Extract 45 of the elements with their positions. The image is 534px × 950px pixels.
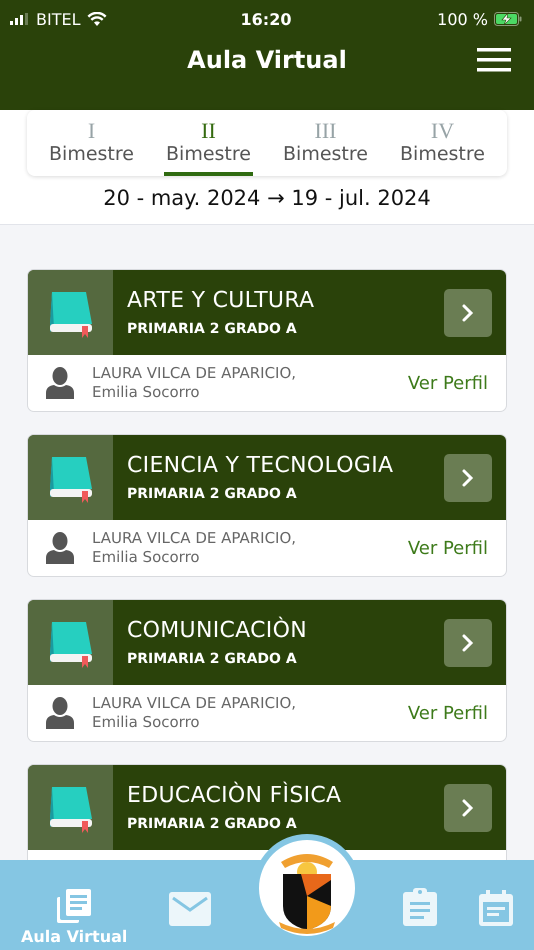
course-name: COMUNICACIÒN	[127, 618, 308, 643]
status-time: 16:20	[240, 10, 292, 28]
person-icon	[46, 532, 74, 564]
course-group: PRIMARIA 2 GRADO A	[127, 321, 444, 337]
course-name: CIENCIA Y TECNOLOGIA	[127, 453, 394, 478]
signal-icon	[10, 13, 30, 25]
view-profile-link[interactable]: Ver Perfil	[408, 702, 488, 724]
course-group: PRIMARIA 2 GRADO A	[127, 651, 444, 667]
course-group: PRIMARIA 2 GRADO A	[127, 486, 444, 502]
open-course-button[interactable]	[444, 618, 492, 666]
teacher-surname: LAURA VILCA DE APARICIO,	[92, 364, 298, 383]
open-course-button[interactable]	[444, 784, 492, 832]
open-course-button[interactable]	[444, 454, 492, 502]
clipboard-icon	[403, 888, 438, 926]
teacher-name: Emilia Socorro	[92, 383, 201, 402]
bimestre-tab[interactable]: II Bimestre	[164, 120, 253, 176]
bimestre-tab[interactable]: III Bimestre	[281, 120, 370, 176]
chevron-right-icon	[461, 798, 475, 818]
bimestre-tab[interactable]: IV Bimestre	[398, 120, 487, 176]
mail-icon	[169, 892, 212, 926]
teacher-surname: LAURA VILCA DE APARICIO,	[92, 529, 298, 548]
course-group: PRIMARIA 2 GRADO A	[127, 816, 444, 832]
open-course-button[interactable]	[444, 288, 492, 336]
teacher-name: Emilia Socorro	[92, 713, 201, 732]
person-icon	[46, 367, 74, 399]
view-profile-link[interactable]: Ver Perfil	[408, 538, 488, 558]
teacher-surname: LAURA VILCA DE APARICIO,	[92, 694, 298, 713]
view-profile-link[interactable]: Ver Perfil	[408, 372, 488, 394]
chevron-right-icon	[461, 302, 475, 322]
wifi-icon	[86, 12, 106, 26]
chevron-right-icon	[461, 632, 475, 652]
date-range: 20 - may. 2024 → 19 - jul. 2024	[102, 186, 432, 210]
carrier-name: BITEL	[36, 10, 80, 28]
app-title: Aula Virtual	[187, 46, 347, 74]
battery-percent: 100 %	[437, 10, 488, 28]
calendar-icon	[479, 890, 513, 926]
battery-charging-icon	[494, 12, 522, 26]
documents-icon	[57, 889, 92, 923]
person-icon	[46, 697, 74, 729]
course-name: ARTE Y CULTURA	[127, 288, 316, 313]
course-name: EDUCACIÒN FÌSICA	[127, 783, 342, 808]
teacher-name: Emilia Socorro	[92, 548, 201, 567]
bimestre-tab[interactable]: I Bimestre	[47, 120, 136, 176]
chevron-right-icon	[461, 468, 475, 488]
menu-icon[interactable]	[477, 48, 511, 72]
